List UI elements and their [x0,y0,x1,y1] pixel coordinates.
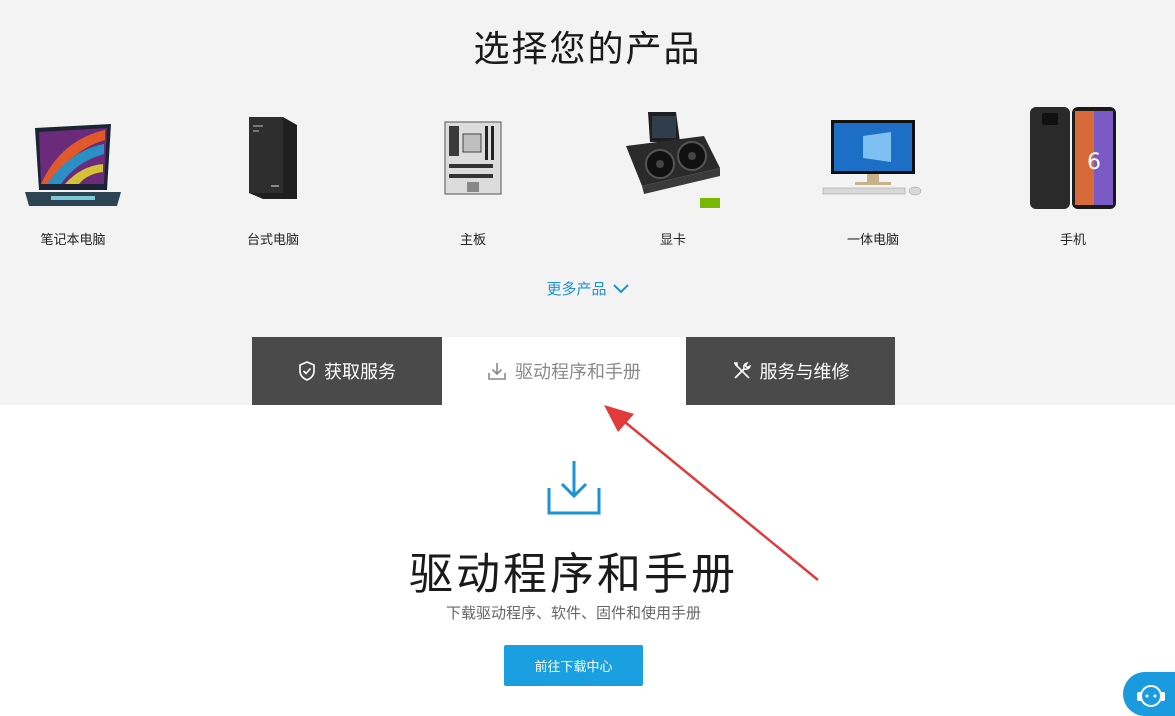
tab-service-repair[interactable]: 服务与维修 [686,337,895,405]
product-label: 一体电脑 [846,233,899,248]
download-icon [488,363,506,380]
tools-icon [733,361,751,379]
tab-label: 驱动程序和手册 [515,362,641,383]
tab-label: 服务与维修 [759,362,850,383]
product-label: 主板 [459,233,486,248]
more-products-link[interactable]: 更多产品 [0,278,1175,299]
product-selection-section: 选择您的产品 笔记本电脑 台式电脑 主板 显卡 一体电脑 6 手机 更多产品 获… [0,0,1175,405]
svg-text:6: 6 [1087,150,1101,175]
product-motherboard[interactable]: 主板 [398,100,548,248]
laptop-icon [0,100,148,215]
product-graphics-card[interactable]: 显卡 [598,100,748,248]
go-to-download-center-button[interactable]: 前往下载中心 [504,645,643,686]
tab-label: 获取服务 [324,362,396,383]
product-label: 手机 [1059,233,1086,248]
product-label: 笔记本电脑 [40,233,106,248]
product-label: 显卡 [659,233,686,248]
drivers-title: 驱动程序和手册 [409,549,738,600]
tab-drivers-manuals[interactable]: 驱动程序和手册 [442,337,686,405]
motherboard-icon [398,100,548,215]
product-laptop[interactable]: 笔记本电脑 [0,100,148,248]
page-title: 选择您的产品 [473,29,702,70]
service-tabs: 获取服务 驱动程序和手册 服务与维修 [252,337,895,405]
graphics-card-icon [598,100,748,215]
chevron-down-icon [612,283,629,293]
phone-icon: 6 [998,100,1148,215]
tab-get-service[interactable]: 获取服务 [252,337,442,405]
more-products-label: 更多产品 [546,280,607,298]
customer-service-icon [1137,685,1165,707]
shield-check-icon [299,361,315,381]
drivers-subtitle: 下载驱动程序、软件、固件和使用手册 [445,604,701,622]
product-desktop[interactable]: 台式电脑 [198,100,348,248]
chat-button[interactable] [1123,672,1175,716]
product-all-in-one-pc[interactable]: 一体电脑 [798,100,948,248]
product-label: 台式电脑 [246,233,299,248]
product-phone[interactable]: 6 手机 [998,100,1148,248]
all-in-one-pc-icon [798,100,948,215]
desktop-tower-icon [198,100,348,215]
download-icon [546,458,602,520]
